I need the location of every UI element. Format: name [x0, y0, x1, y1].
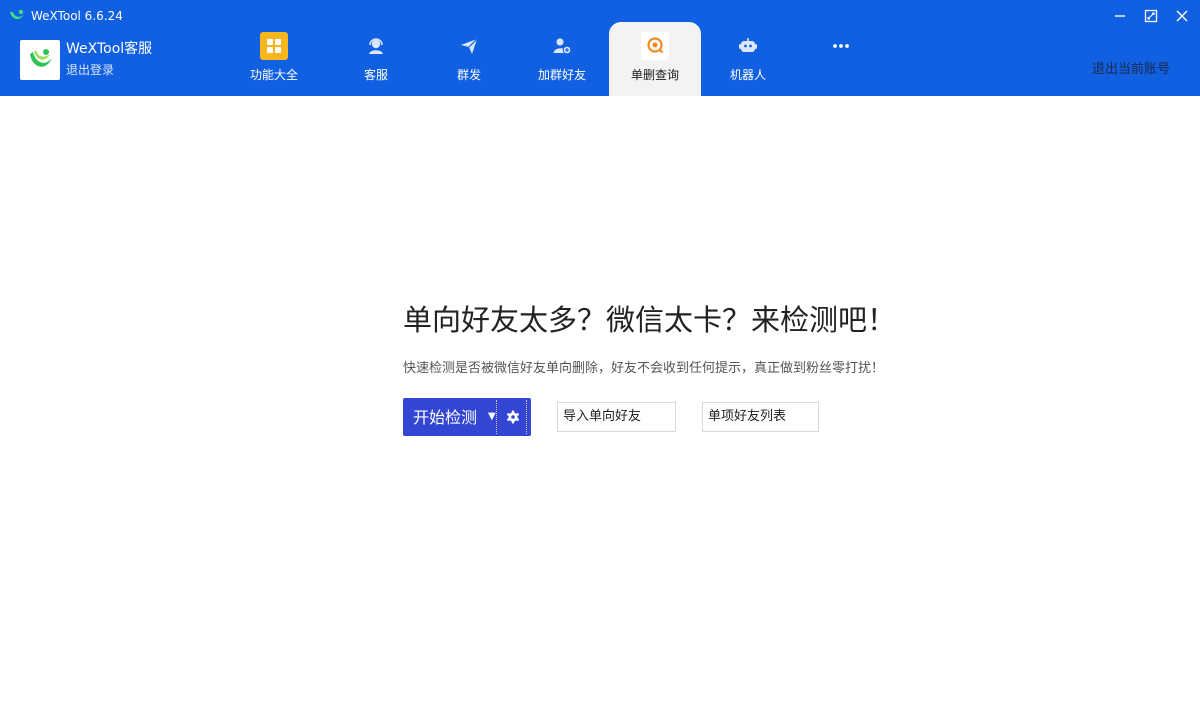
nav-tab-customer-service[interactable]: 客服 [330, 22, 422, 96]
import-one-way-friends-button[interactable]: 导入单向好友 [557, 402, 676, 432]
app-title: WeXTool 6.6.24 [31, 9, 123, 23]
app-logo-icon [10, 9, 24, 20]
start-detection-button-group: 开始检测 ▼ [403, 398, 531, 436]
nav-tab-label: 单删查询 [630, 68, 679, 82]
wextool-logo-icon [30, 49, 52, 67]
button-divider [496, 400, 497, 434]
maximize-icon[interactable] [1143, 8, 1159, 24]
detection-settings-button[interactable] [499, 400, 527, 434]
logout-account-button[interactable]: 退出当前账号 [1092, 62, 1170, 78]
gear-icon [507, 410, 519, 424]
page-description: 快速检测是否被微信好友单向删除，好友不会收到任何提示，真正做到粉丝零打扰！ [403, 361, 885, 376]
nav-tab-label: 群发 [456, 68, 481, 82]
one-way-friends-list-button[interactable]: 单项好友列表 [702, 402, 819, 432]
account-panel: WeXTool客服 退出登录 [20, 40, 220, 80]
start-detection-label: 开始检测 [413, 408, 478, 427]
nav-tab-label: 机器人 [729, 68, 766, 82]
nav-tab-add-friends[interactable]: 加群好友 [516, 22, 608, 96]
account-avatar [20, 40, 60, 80]
headset-icon [362, 32, 390, 60]
robot-icon [734, 32, 762, 60]
page-title: 单向好友太多？微信太卡？来检测吧！ [403, 303, 897, 337]
nav-tab-more[interactable] [795, 22, 887, 96]
nav-tab-label: 客服 [363, 68, 388, 82]
header-bar: WeXTool 6.6.24 WeXTool客服 退出登录 功能大全 客服 群发… [0, 0, 1200, 96]
nav-tab-single-delete-check[interactable]: 单删查询 [609, 22, 701, 96]
account-name: WeXTool客服 [66, 41, 153, 57]
nav-tab-broadcast[interactable]: 群发 [423, 22, 515, 96]
grid-icon [260, 32, 288, 60]
add-user-icon [548, 32, 576, 60]
logout-link[interactable]: 退出登录 [66, 63, 114, 78]
nav-tab-label: 加群好友 [537, 68, 586, 82]
nav-tab-features[interactable]: 功能大全 [228, 22, 320, 96]
start-detection-button[interactable]: 开始检测 ▼ [413, 398, 497, 436]
search-chat-icon [641, 32, 669, 60]
nav-tab-robot[interactable]: 机器人 [702, 22, 794, 96]
minimize-icon[interactable] [1112, 8, 1128, 24]
close-icon[interactable] [1174, 8, 1190, 24]
caret-down-icon[interactable]: ▼ [488, 410, 496, 424]
nav-tab-label: 功能大全 [249, 68, 298, 82]
more-icon [827, 32, 855, 60]
send-icon [455, 32, 483, 60]
